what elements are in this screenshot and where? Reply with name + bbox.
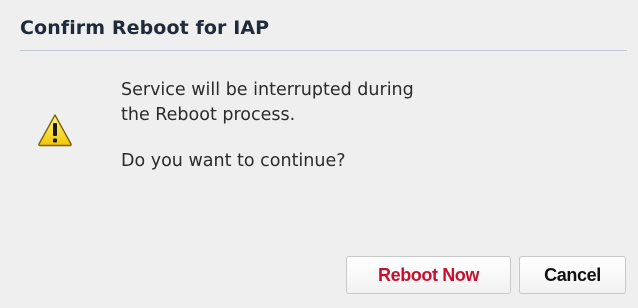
message-line-2: the Reboot process.: [121, 105, 296, 125]
reboot-now-button[interactable]: Reboot Now: [346, 256, 511, 294]
message-line-1: Service will be interrupted during: [121, 80, 414, 100]
cancel-button[interactable]: Cancel: [519, 256, 626, 294]
confirm-reboot-dialog: Confirm Reboot for IAP Service will be i…: [0, 0, 638, 308]
dialog-title: Confirm Reboot for IAP: [20, 17, 270, 39]
warning-icon: [38, 114, 72, 147]
title-divider: [20, 50, 627, 51]
continue-question: Do you want to continue?: [121, 151, 346, 171]
